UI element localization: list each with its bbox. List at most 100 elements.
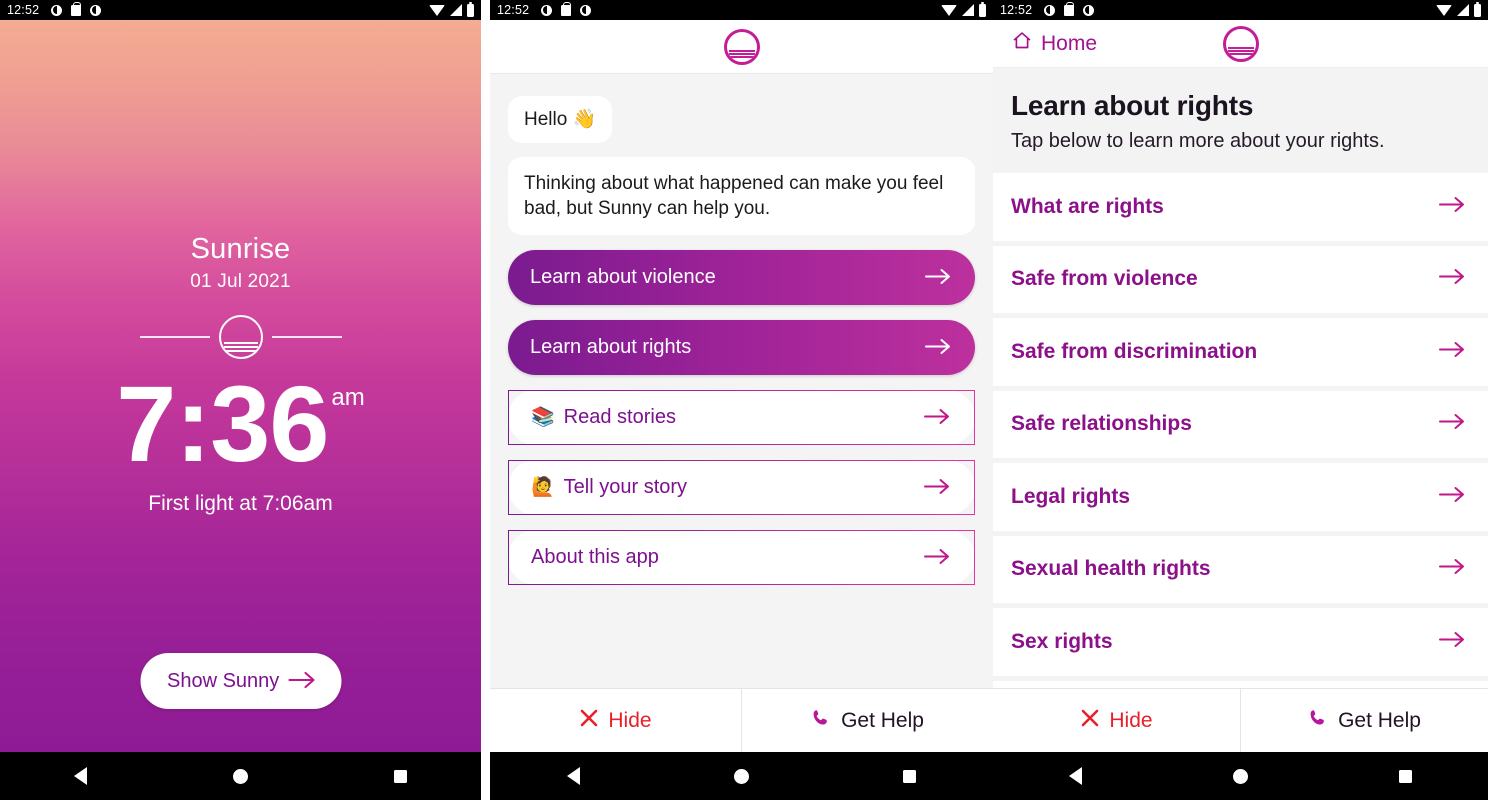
status-bar: 12:52 bbox=[993, 0, 1488, 20]
half-circle-icon bbox=[51, 4, 63, 16]
phone-screen-chat: 12:52 Hello 👋 Thinking about what happen… bbox=[490, 0, 993, 800]
get-help-button[interactable]: Get Help bbox=[741, 689, 993, 752]
status-bar-left-icons bbox=[541, 2, 592, 16]
hide-label: Hide bbox=[608, 708, 652, 732]
list-item[interactable]: Safe from violence bbox=[993, 245, 1488, 318]
status-bar: 12:52 bbox=[490, 0, 993, 20]
page-header: Learn about rights Tap below to learn mo… bbox=[993, 68, 1488, 173]
wifi-icon bbox=[941, 4, 957, 16]
close-icon bbox=[1080, 708, 1100, 734]
arrow-right-icon bbox=[1439, 631, 1466, 653]
bottom-action-bar: Hide Get Help bbox=[490, 688, 993, 752]
arrow-right-icon bbox=[1439, 341, 1466, 363]
list-item-label: Legal rights bbox=[1011, 484, 1131, 508]
sunrise-meridiem: am bbox=[331, 384, 365, 411]
books-icon: 📚 bbox=[531, 407, 555, 429]
phone-screen-rights: 12:52 Home Learn about rights Tap below … bbox=[993, 0, 1488, 800]
phone-icon bbox=[811, 707, 832, 734]
signal-icon bbox=[450, 4, 462, 16]
arrow-right-icon bbox=[1439, 268, 1466, 290]
page-subtitle: Tap below to learn more about your right… bbox=[1011, 130, 1385, 152]
list-item-label: Safe relationships bbox=[1011, 412, 1192, 436]
list-item-label: What are rights bbox=[1011, 194, 1164, 218]
action-tell-your-story[interactable]: 🙋 Tell your story bbox=[508, 460, 975, 516]
list-item-label: Sex rights bbox=[1011, 629, 1113, 653]
action-learn-about-rights[interactable]: Learn about rights bbox=[508, 320, 975, 376]
show-sunny-button[interactable]: Show Sunny bbox=[140, 653, 341, 709]
horizon-line-right bbox=[271, 336, 342, 338]
status-bar-clock: 12:52 bbox=[7, 3, 40, 17]
app-header bbox=[490, 20, 993, 74]
nav-back-button[interactable] bbox=[993, 767, 1158, 785]
sunrise-logo-icon bbox=[218, 315, 263, 359]
status-bar-left-icons bbox=[51, 2, 102, 16]
get-help-button[interactable]: Get Help bbox=[1240, 689, 1488, 752]
status-bar: 12:52 bbox=[0, 0, 481, 20]
bottom-action-bar: Hide Get Help bbox=[993, 688, 1488, 752]
top-nav-bar: Home bbox=[993, 20, 1488, 68]
action-learn-about-violence[interactable]: Learn about violence bbox=[508, 250, 975, 306]
list-item[interactable]: Legal rights bbox=[993, 463, 1488, 536]
hide-button[interactable]: Hide bbox=[490, 689, 741, 752]
arrow-right-icon bbox=[924, 478, 951, 498]
list-item-label: Safe from violence bbox=[1011, 267, 1198, 291]
phone-screen-sunrise: 12:52 Sunrise 01 Jul 2021 7:36 am First … bbox=[0, 0, 481, 800]
person-raising-hand-icon: 🙋 bbox=[531, 477, 555, 499]
list-item[interactable]: Sexual health rights bbox=[993, 535, 1488, 608]
first-light-text: First light at 7:06am bbox=[148, 491, 333, 515]
wifi-icon bbox=[429, 4, 445, 16]
status-bar-left-icons bbox=[1044, 2, 1095, 16]
list-item[interactable]: What are rights bbox=[993, 173, 1488, 246]
home-nav-button[interactable]: Home bbox=[1011, 30, 1097, 57]
hide-button[interactable]: Hide bbox=[993, 689, 1240, 752]
half-circle-icon bbox=[580, 4, 592, 16]
nav-recents-button[interactable] bbox=[825, 769, 993, 783]
battery-icon bbox=[1474, 1, 1481, 17]
list-item[interactable]: Safe from discrimination bbox=[993, 318, 1488, 391]
sunrise-title: Sunrise bbox=[190, 233, 291, 265]
sunrise-logo-row bbox=[0, 315, 481, 359]
nav-recents-button[interactable] bbox=[321, 769, 481, 783]
android-nav-bar bbox=[0, 752, 481, 800]
arrow-right-icon bbox=[1439, 486, 1466, 508]
nav-home-button[interactable] bbox=[1158, 768, 1323, 784]
horizon-line-left bbox=[139, 336, 210, 338]
sunrise-time: 7:36 bbox=[116, 363, 329, 484]
nav-home-button[interactable] bbox=[160, 768, 320, 784]
action-label: About this app bbox=[531, 546, 659, 569]
sunrise-splash: Sunrise 01 Jul 2021 7:36 am First light … bbox=[0, 20, 481, 752]
chat-bubble: Hello 👋 bbox=[508, 96, 613, 144]
battery-icon bbox=[979, 1, 986, 17]
arrow-right-icon bbox=[1439, 413, 1466, 435]
half-circle-icon bbox=[90, 4, 102, 16]
sunrise-logo-icon bbox=[723, 28, 760, 65]
action-label: Tell your story bbox=[563, 476, 688, 499]
list-item[interactable]: Sex rights bbox=[993, 608, 1488, 681]
bag-icon bbox=[71, 2, 82, 16]
list-item-label: Safe from discrimination bbox=[1011, 339, 1258, 363]
sunrise-clock: 7:36 am bbox=[116, 363, 365, 484]
action-label: Learn about violence bbox=[530, 266, 716, 289]
home-label: Home bbox=[1041, 31, 1098, 55]
action-read-stories[interactable]: 📚 Read stories bbox=[508, 390, 975, 446]
nav-back-button[interactable] bbox=[0, 767, 160, 785]
close-icon bbox=[579, 708, 599, 734]
get-help-label: Get Help bbox=[841, 708, 924, 732]
status-bar-right-icons bbox=[941, 1, 986, 17]
half-circle-icon bbox=[541, 4, 553, 16]
arrow-right-icon bbox=[925, 268, 952, 288]
panel-divider bbox=[481, 0, 490, 800]
nav-recents-button[interactable] bbox=[1323, 769, 1488, 783]
action-about-this-app[interactable]: About this app bbox=[508, 530, 975, 586]
show-sunny-label: Show Sunny bbox=[167, 669, 280, 692]
wifi-icon bbox=[1436, 4, 1452, 16]
nav-home-button[interactable] bbox=[658, 768, 826, 784]
android-nav-bar bbox=[490, 752, 993, 800]
home-icon bbox=[1011, 30, 1033, 57]
get-help-label: Get Help bbox=[1338, 708, 1421, 732]
status-bar-clock: 12:52 bbox=[497, 3, 530, 17]
list-item-label: Sexual health rights bbox=[1011, 557, 1211, 581]
bag-icon bbox=[561, 2, 572, 16]
list-item[interactable]: Safe relationships bbox=[993, 390, 1488, 463]
nav-back-button[interactable] bbox=[490, 767, 658, 785]
